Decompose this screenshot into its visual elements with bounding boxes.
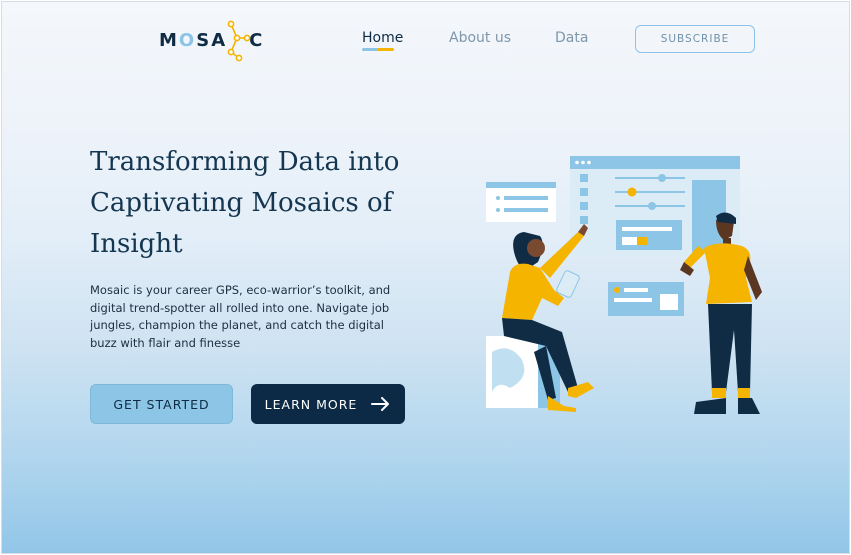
list-card-graphic xyxy=(486,182,556,222)
logo[interactable]: MOSA C xyxy=(159,20,264,62)
learn-more-label: LEARN MORE xyxy=(264,396,358,412)
dashboard-window-graphic xyxy=(570,156,740,256)
get-started-label: GET STARTED xyxy=(113,396,210,412)
nav-home-link[interactable]: Home xyxy=(362,30,403,46)
stat-card-graphic xyxy=(608,282,684,316)
active-nav-indicator xyxy=(362,48,394,51)
hero-description: Mosaic is your career GPS, eco-warrior’s… xyxy=(90,283,391,350)
get-started-button[interactable]: GET STARTED xyxy=(90,384,233,424)
hero-headline: Transforming Data into Captivating Mosai… xyxy=(90,147,400,259)
page-frame: MOSA C Home About us Data SUBSCRIBE Trans… xyxy=(1,1,850,554)
learn-more-button[interactable]: LEARN MORE xyxy=(251,384,405,424)
subscribe-button[interactable]: SUBSCRIBE xyxy=(635,25,755,53)
arrow-right-icon xyxy=(371,397,390,411)
logo-network-icon xyxy=(227,20,251,62)
hero-illustration xyxy=(486,156,762,414)
nav-about-link[interactable]: About us xyxy=(449,30,511,46)
nav-data-link[interactable]: Data xyxy=(555,30,588,46)
